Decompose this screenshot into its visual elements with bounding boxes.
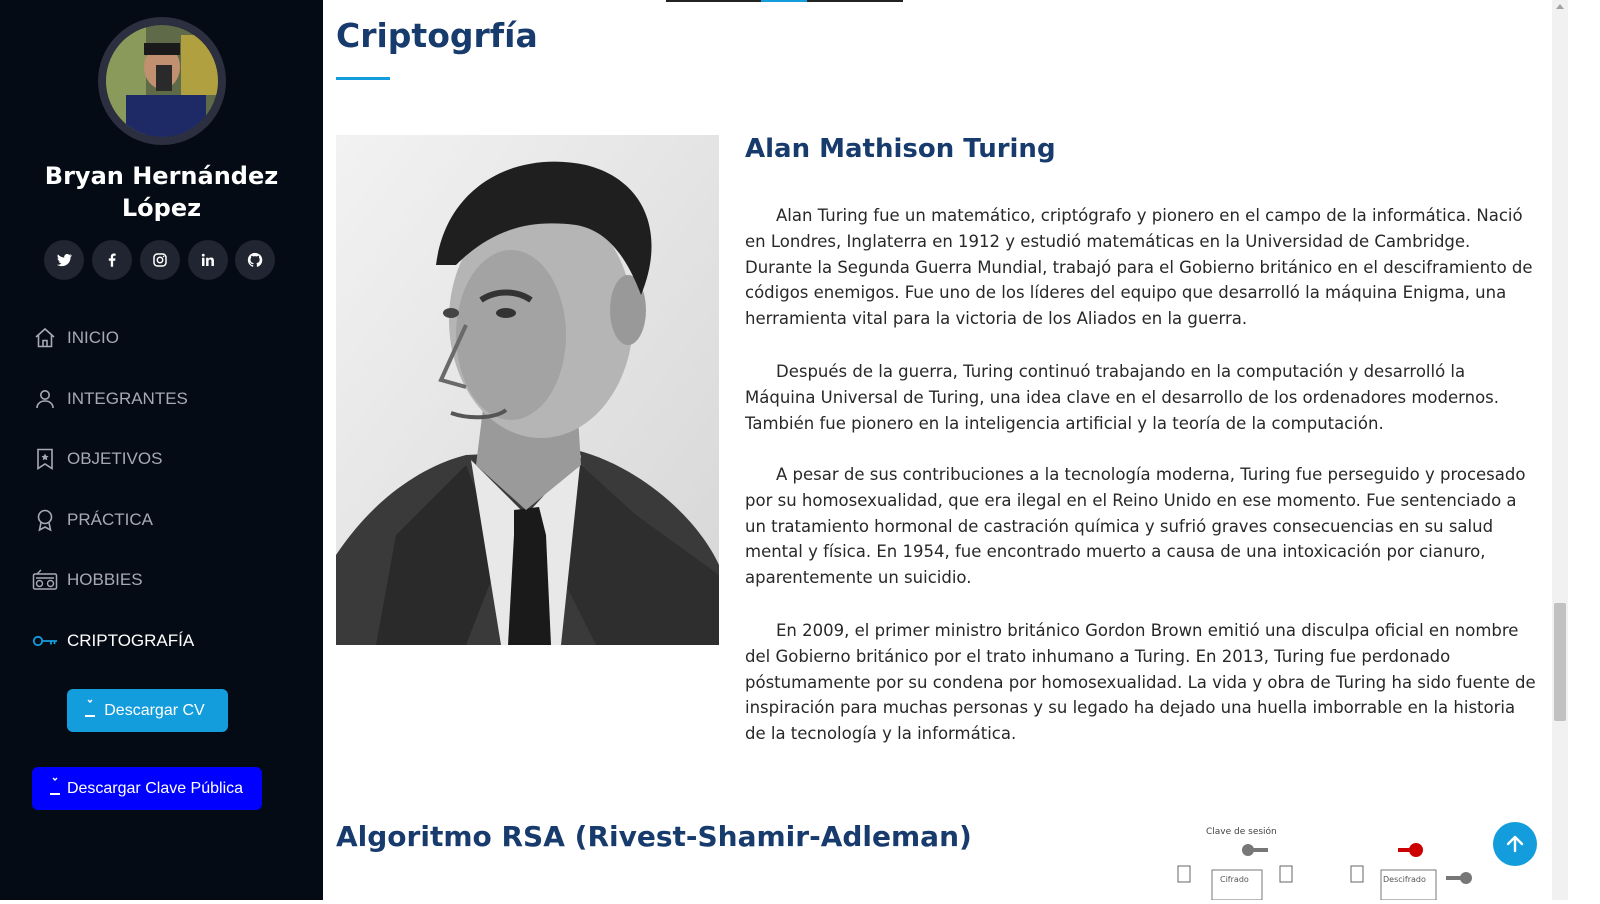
nav-label: OBJETIVOS	[67, 449, 163, 468]
facebook-icon	[108, 253, 116, 267]
decrypt-label: Descifrado	[1383, 875, 1426, 884]
divider-accent	[761, 0, 807, 2]
twitter-link[interactable]	[44, 240, 84, 280]
home-icon	[32, 325, 58, 351]
key-icon	[1242, 844, 1268, 856]
scroll-up-arrow-icon[interactable]	[1556, 4, 1564, 9]
award-icon	[32, 507, 58, 533]
instagram-icon	[153, 253, 167, 267]
main-content: Criptogrfía Alan Mathison Turing Alan Tu…	[323, 0, 1552, 901]
nav-label: INICIO	[67, 328, 119, 347]
back-to-top-button[interactable]	[1493, 822, 1537, 866]
profile-name: Bryan Hernández López	[44, 162, 279, 222]
bio-paragraph: En 2009, el primer ministro británico Go…	[745, 621, 1536, 744]
twitter-icon	[56, 254, 73, 267]
github-icon	[247, 252, 263, 267]
download-cv-label: Descargar CV	[104, 701, 205, 719]
rsa-heading: Algoritmo RSA (Rivest-Shamir-Adleman)	[336, 820, 972, 853]
instagram-link[interactable]	[140, 240, 180, 280]
nav-item-objetivos[interactable]: OBJETIVOS	[32, 439, 292, 479]
bio-paragraph: Alan Turing fue un matemático, criptógra…	[745, 206, 1533, 329]
download-public-key-button[interactable]: Descargar Clave Pública	[32, 767, 262, 810]
github-link[interactable]	[235, 240, 275, 280]
download-key-label: Descargar Clave Pública	[66, 779, 244, 797]
page-scrollbar[interactable]	[1552, 0, 1568, 900]
bio-heading: Alan Mathison Turing	[745, 134, 1056, 164]
arrow-up-icon	[1506, 835, 1524, 853]
linkedin-icon	[201, 253, 214, 266]
radio-icon	[32, 567, 58, 593]
download-cv-button[interactable]: Descargar CV	[67, 689, 228, 732]
sidebar: Bryan Hernández López INICIO INTEGRANTES…	[0, 0, 323, 900]
social-links	[44, 240, 284, 280]
bio-paragraph: Después de la guerra, Turing continuó tr…	[745, 362, 1500, 433]
nav-label: CRIPTOGRAFÍA	[67, 631, 195, 650]
rsa-diagram-image: Clave de sesión Cifrado Descifrado	[1176, 820, 1496, 901]
key-icon	[32, 628, 58, 654]
bio-paragraph: A pesar de sus contribuciones a la tecno…	[745, 465, 1526, 588]
turing-portrait-image	[336, 135, 719, 645]
encrypt-label: Cifrado	[1220, 875, 1249, 884]
key-icon	[1398, 843, 1423, 857]
scrollbar-thumb[interactable]	[1554, 603, 1566, 721]
nav-item-practica[interactable]: PRÁCTICA	[32, 500, 292, 540]
facebook-link[interactable]	[92, 240, 132, 280]
nav-item-inicio[interactable]: INICIO	[32, 318, 292, 358]
nav-label: INTEGRANTES	[67, 389, 188, 408]
nav-item-hobbies[interactable]: HOBBIES	[32, 560, 292, 600]
user-icon	[32, 386, 58, 412]
avatar	[98, 17, 226, 145]
section-title: Criptogrfía	[336, 16, 538, 55]
nav-item-criptografia[interactable]: CRIPTOGRAFÍA	[32, 621, 292, 661]
bookmark-star-icon	[32, 446, 58, 472]
linkedin-link[interactable]	[188, 240, 228, 280]
nav-label: HOBBIES	[67, 570, 143, 589]
session-key-label: Clave de sesión	[1206, 826, 1277, 837]
title-underline	[336, 77, 390, 80]
nav-item-integrantes[interactable]: INTEGRANTES	[32, 379, 292, 419]
download-icon	[50, 777, 60, 795]
download-icon	[85, 699, 95, 717]
nav-label: PRÁCTICA	[67, 510, 153, 529]
